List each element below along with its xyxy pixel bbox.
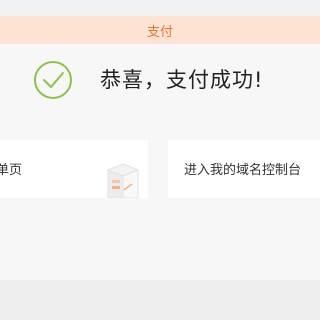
box-icon [106,163,140,198]
domain-console-button[interactable]: 进入我的域名控制台 [168,140,320,198]
domain-console-label: 进入我的域名控制台 [184,163,302,178]
order-page-card[interactable]: 单页 [0,140,148,198]
bottom-area [0,280,320,320]
payment-result-page: 支付 恭喜，支付成功! 单页 进入我的域名控制台 [0,0,320,320]
success-message: 恭喜，支付成功! [100,68,264,92]
top-bar: 支付 [0,16,320,44]
check-circle-icon [34,61,72,99]
success-message-row: 恭喜，支付成功! [0,60,320,100]
order-page-card-label: 单页 [0,163,23,178]
page-title: 支付 [146,24,173,40]
